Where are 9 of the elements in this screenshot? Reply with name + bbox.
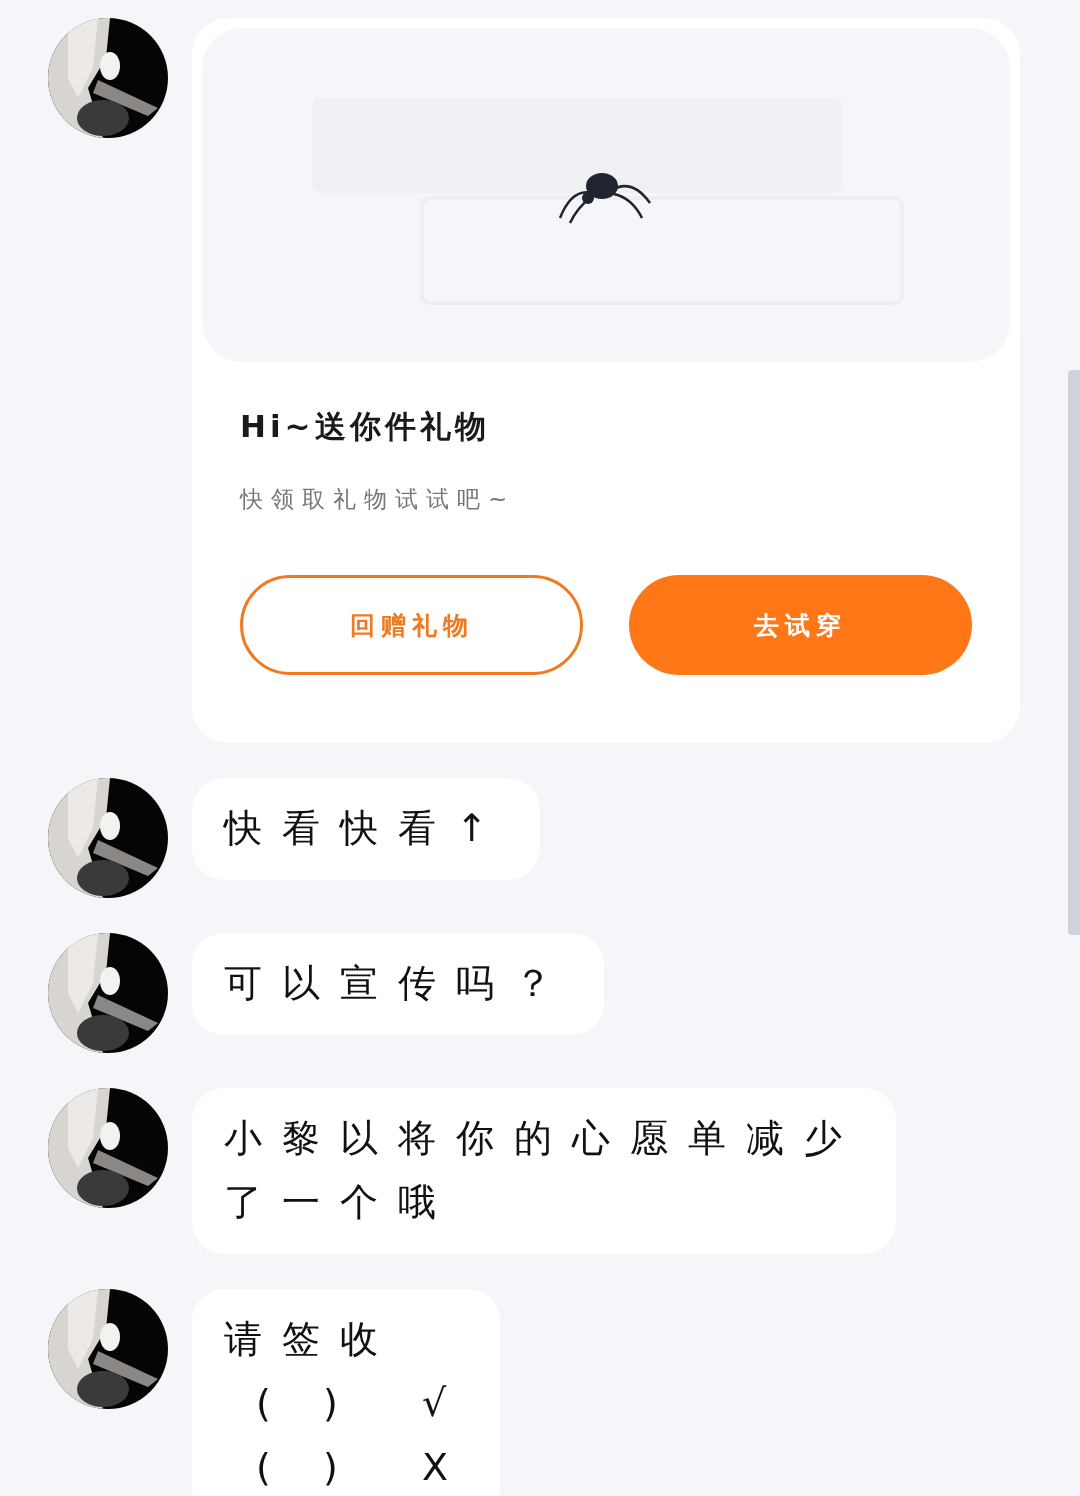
message-bubble: 可以宣传吗？ [192, 933, 604, 1035]
message-bubble: 小黎以将你的心愿单减少了一个哦 [192, 1088, 896, 1254]
message-bubble: 请签收 ( ) √ ( ) X [192, 1289, 500, 1496]
scrollbar[interactable] [1068, 370, 1080, 935]
try-on-button[interactable]: 去试穿 [629, 575, 972, 675]
gift-back-button[interactable]: 回赠礼物 [240, 575, 583, 675]
message-bubble: 快看快看↑ [192, 778, 540, 880]
card-subtitle: 快领取礼物试试吧~ [240, 485, 517, 514]
card-title: Hi~送你件礼物 [240, 407, 491, 446]
